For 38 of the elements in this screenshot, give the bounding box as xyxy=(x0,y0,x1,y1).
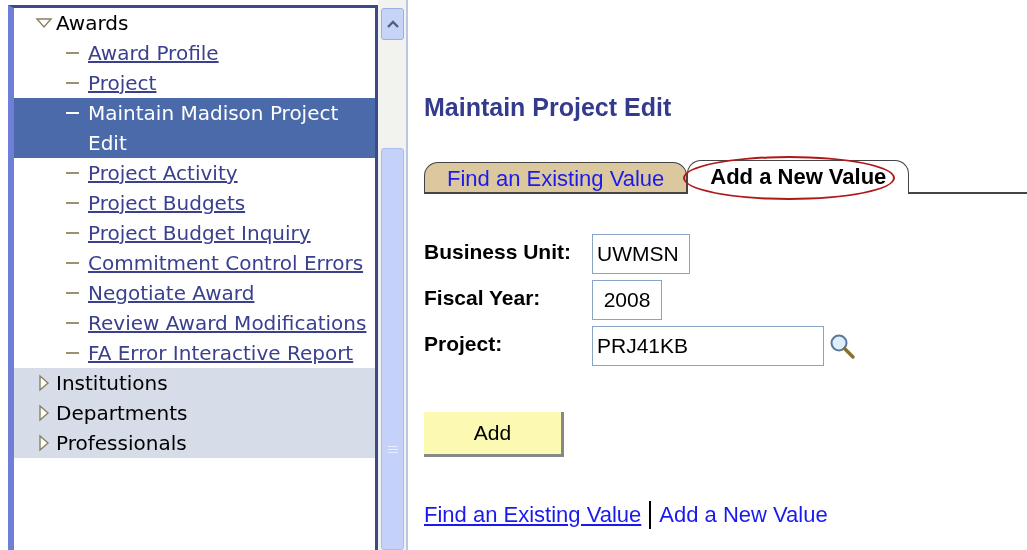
input-field[interactable]: UWMSN xyxy=(592,234,690,274)
sidebar-item[interactable]: Maintain Madison Project Edit xyxy=(14,98,375,158)
sidebar-item[interactable]: Project Budgets xyxy=(14,188,375,218)
sidebar-link[interactable]: Commitment Control Errors xyxy=(88,248,364,278)
field-label: Business Unit: xyxy=(424,239,573,264)
sidebar-link[interactable]: FA Error Interactive Report xyxy=(88,338,354,368)
sidebar-link[interactable]: Review Award Modifications xyxy=(88,308,367,338)
sidebar-item[interactable]: Project Activity xyxy=(14,158,375,188)
add-button[interactable]: Add xyxy=(424,412,564,457)
field-label: Project: xyxy=(424,331,504,356)
sidebar-item[interactable]: Award Profile xyxy=(14,38,375,68)
tab[interactable]: Find an Existing Value xyxy=(424,162,688,194)
input-field[interactable]: PRJ41KB xyxy=(592,326,824,366)
sidebar-item[interactable]: Project Budget Inquiry xyxy=(14,218,375,248)
sidebar-item[interactable]: Commitment Control Errors xyxy=(14,248,375,278)
field-label: Fiscal Year: xyxy=(424,285,542,310)
search-icon[interactable] xyxy=(828,332,856,360)
sidebar-link[interactable]: Project Activity xyxy=(88,158,238,188)
sidebar-link[interactable]: Negotiate Award xyxy=(88,278,255,308)
sidebar-link[interactable]: Award Profile xyxy=(88,38,219,68)
sidebar-folder[interactable]: Awards xyxy=(56,8,129,38)
link[interactable]: Add a New Value xyxy=(659,502,828,528)
input-field[interactable]: 2008 xyxy=(592,280,662,320)
sidebar-item[interactable]: Negotiate Award xyxy=(14,278,375,308)
grip-icon xyxy=(386,445,399,455)
sidebar-link[interactable]: Project xyxy=(88,68,157,98)
chevron-up-icon xyxy=(385,19,400,29)
scroll-thumb[interactable] xyxy=(381,148,404,550)
tab[interactable]: Add a New Value xyxy=(687,160,910,194)
sidebar-item[interactable]: Project xyxy=(14,68,375,98)
sidebar-link[interactable]: Project Budget Inquiry xyxy=(88,218,311,248)
link[interactable]: Find an Existing Value xyxy=(424,502,642,528)
page-title: Maintain Project Edit xyxy=(424,92,673,123)
scroll-up-button[interactable] xyxy=(381,8,404,40)
sidebar-item[interactable]: FA Error Interactive Report xyxy=(14,338,375,368)
sidebar-link[interactable]: Project Budgets xyxy=(88,188,246,218)
sidebar-link[interactable]: Maintain Madison Project Edit xyxy=(88,98,375,158)
sidebar-item[interactable]: Review Award Modifications xyxy=(14,308,375,338)
